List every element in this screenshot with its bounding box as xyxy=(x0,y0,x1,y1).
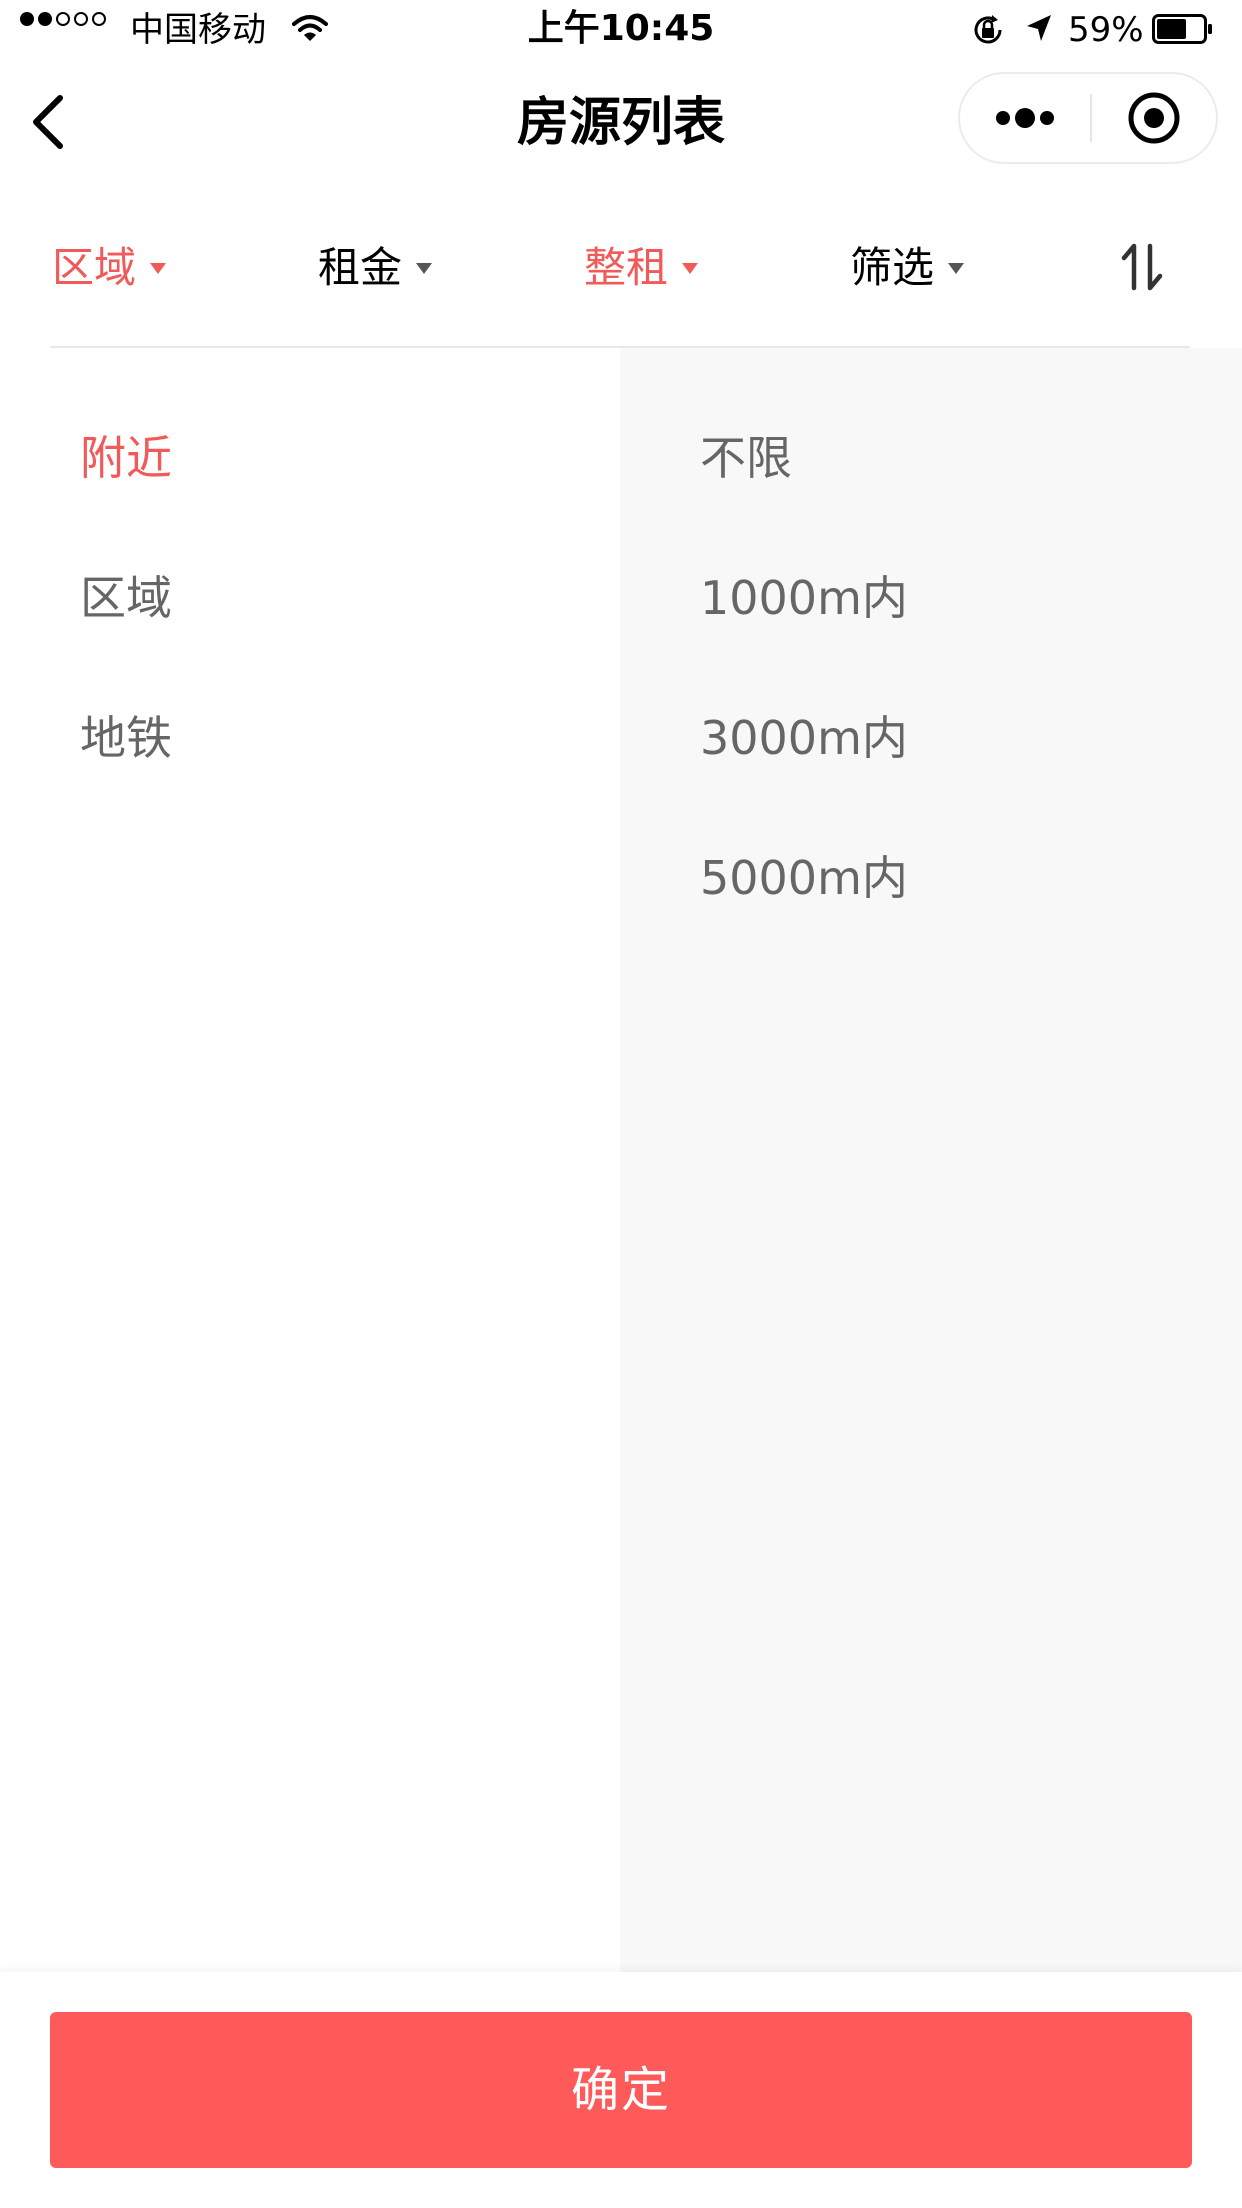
navigation-bar: 房源列表 xyxy=(0,60,1242,184)
caret-down-icon xyxy=(416,262,433,274)
filter-tab-label: 租金 xyxy=(318,243,403,292)
footer-bar: 确定 xyxy=(0,1972,1242,2208)
target-circle-icon xyxy=(1128,92,1180,144)
option-item-1000m[interactable]: 1000m内 xyxy=(700,568,908,628)
filter-tab-area[interactable]: 区域 xyxy=(52,240,167,296)
filter-tab-rent[interactable]: 租金 xyxy=(318,240,433,296)
more-button[interactable] xyxy=(960,74,1090,162)
category-item-subway[interactable]: 地铁 xyxy=(80,708,172,768)
option-item-3000m[interactable]: 3000m内 xyxy=(700,708,908,768)
rotation-lock-icon xyxy=(970,12,1006,52)
category-panel: 附近 区域 地铁 xyxy=(0,348,620,1972)
caret-down-icon xyxy=(150,262,167,274)
option-item-unlimited[interactable]: 不限 xyxy=(700,428,792,488)
filter-tab-rental-type[interactable]: 整租 xyxy=(584,240,699,296)
confirm-button[interactable]: 确定 xyxy=(50,2012,1192,2168)
filter-tab-label: 筛选 xyxy=(850,243,935,292)
more-dots-icon xyxy=(996,108,1054,128)
category-item-district[interactable]: 区域 xyxy=(80,568,172,628)
battery-percent: 59% xyxy=(1068,10,1144,50)
option-item-5000m[interactable]: 5000m内 xyxy=(700,848,908,908)
filter-tab-label: 区域 xyxy=(52,243,137,292)
battery-icon xyxy=(1152,14,1214,48)
category-item-nearby[interactable]: 附近 xyxy=(80,428,172,488)
caret-down-icon xyxy=(682,262,699,274)
option-panel: 不限 1000m内 3000m内 5000m内 xyxy=(620,348,1242,1972)
status-bar: 中国移动 上午10:45 59% xyxy=(0,0,1242,60)
mini-program-capsule xyxy=(958,72,1218,164)
caret-down-icon xyxy=(948,262,965,274)
sort-arrows-icon xyxy=(1121,243,1163,291)
close-miniprogram-button[interactable] xyxy=(1092,74,1216,162)
filter-tab-label: 整租 xyxy=(584,243,669,292)
sort-button[interactable] xyxy=(1118,236,1166,296)
filter-bar: 区域 租金 整租 筛选 xyxy=(0,214,1242,324)
location-arrow-icon xyxy=(1024,12,1054,48)
filter-tab-more-filters[interactable]: 筛选 xyxy=(850,240,965,296)
status-time: 上午10:45 xyxy=(527,8,715,49)
